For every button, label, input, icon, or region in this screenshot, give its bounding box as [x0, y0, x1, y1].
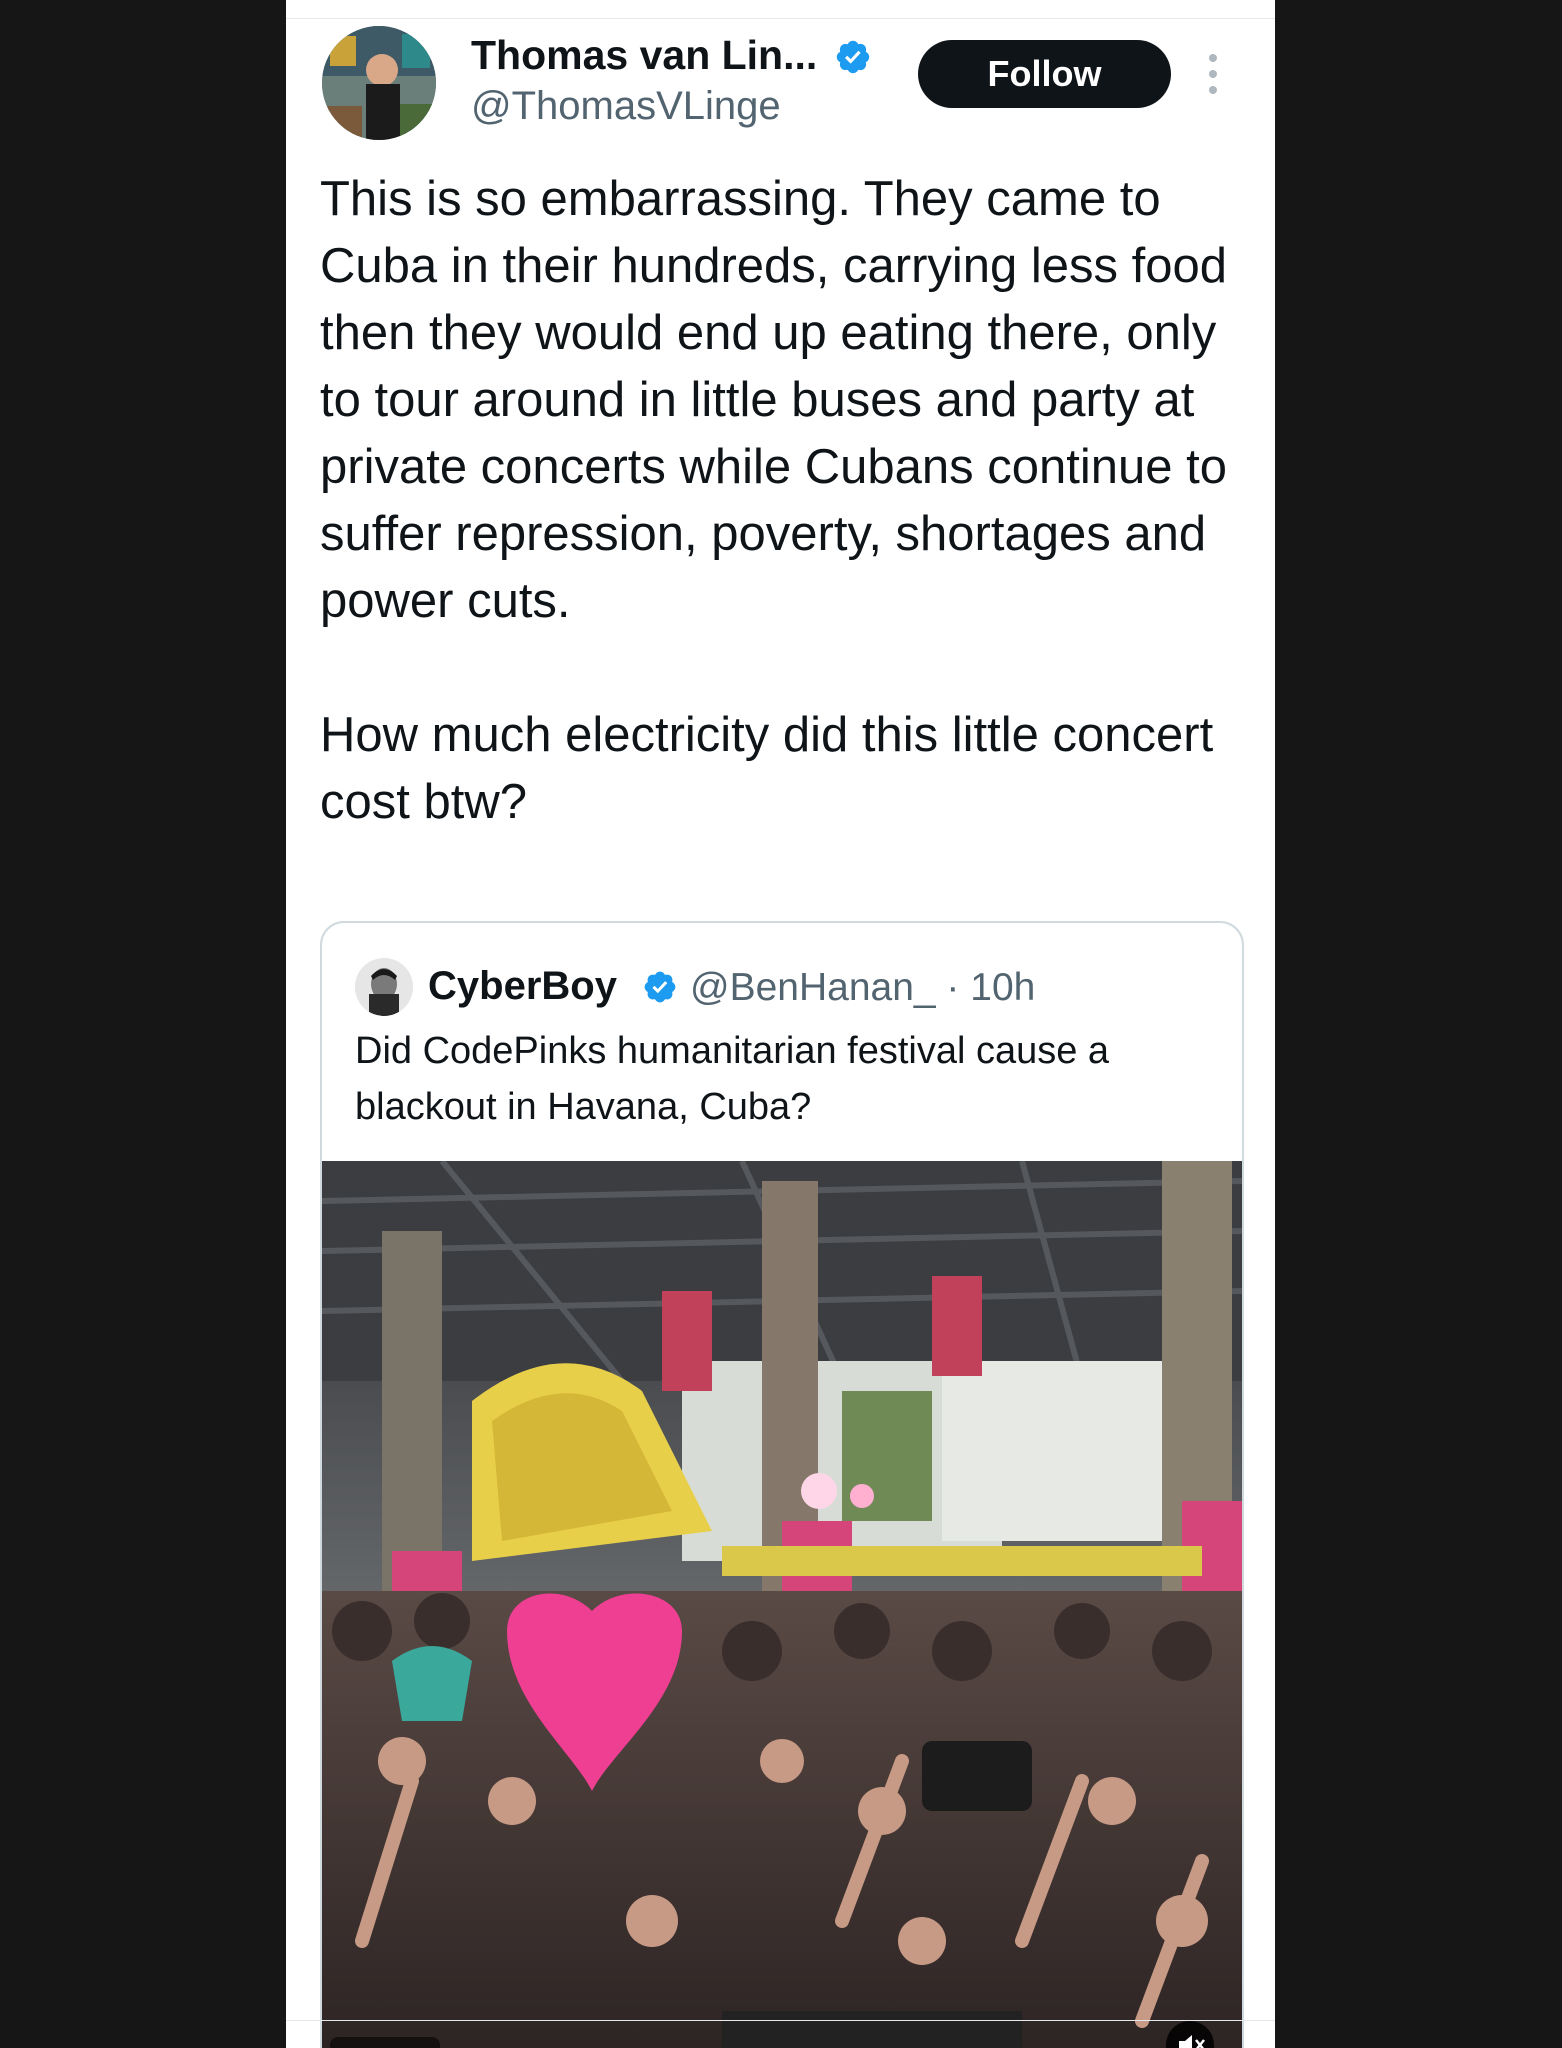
quote-author-name: CyberBoy	[428, 964, 617, 1008]
video-time-chip	[330, 2037, 440, 2048]
tweet-card: Thomas van Lin... @ThomasVLinge Follow T…	[286, 0, 1275, 2048]
verified-badge-icon	[644, 971, 676, 1003]
author-name[interactable]: Thomas van Lin...	[471, 32, 817, 79]
verified-badge-icon	[836, 40, 870, 74]
bottom-divider	[286, 2020, 1275, 2021]
follow-button[interactable]: Follow	[918, 40, 1171, 108]
tweet-body: This is so embarrassing. They came to Cu…	[320, 166, 1250, 836]
quote-author-avatar	[355, 958, 413, 1016]
author-avatar[interactable]	[322, 26, 436, 140]
quoted-tweet[interactable]: CyberBoy @BenHanan_ · 10h Did CodePinks …	[320, 921, 1244, 2048]
tweet-paragraph: How much electricity did this little con…	[320, 708, 1214, 829]
quote-text: Did CodePinks humanitarian festival caus…	[355, 1030, 1110, 1128]
quote-video-thumbnail[interactable]	[322, 1161, 1242, 2048]
quote-handle-time: @BenHanan_ · 10h	[690, 966, 1036, 1009]
tweet-paragraph: This is so embarrassing. They came to Cu…	[320, 172, 1228, 628]
top-divider	[286, 18, 1275, 19]
more-vertical-icon[interactable]	[1206, 52, 1220, 96]
author-handle[interactable]: @ThomasVLinge	[471, 84, 781, 129]
